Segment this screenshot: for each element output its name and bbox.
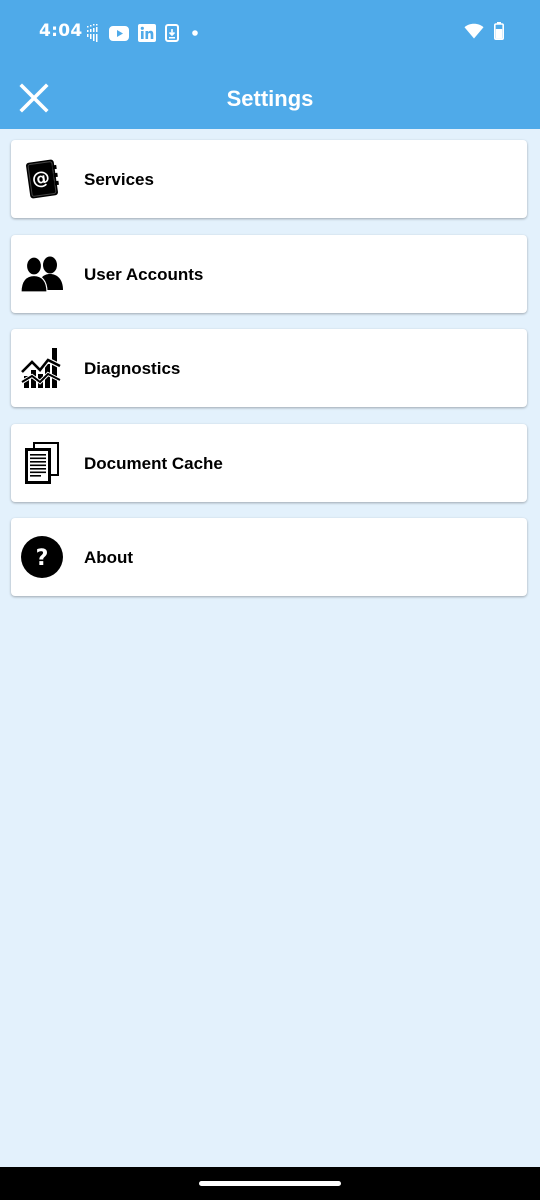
settings-item-services[interactable]: @ Services bbox=[11, 140, 527, 218]
battery-icon bbox=[494, 21, 504, 45]
linkedin-icon bbox=[138, 24, 156, 42]
page-title: Settings bbox=[226, 86, 314, 111]
users-icon bbox=[20, 252, 64, 296]
settings-item-label: Services bbox=[84, 170, 154, 189]
close-icon bbox=[19, 83, 49, 113]
svg-text:?: ? bbox=[36, 546, 49, 571]
settings-item-diagnostics[interactable]: Diagnostics bbox=[11, 329, 527, 407]
settings-item-about[interactable]: ? About bbox=[11, 518, 527, 596]
home-gesture-handle[interactable] bbox=[199, 1181, 341, 1186]
svg-text:@: @ bbox=[31, 167, 52, 190]
settings-item-document-cache[interactable]: Document Cache bbox=[11, 423, 527, 502]
status-system-icons bbox=[464, 21, 504, 45]
status-time: 4:04 bbox=[39, 21, 83, 41]
help-icon: ? bbox=[20, 535, 64, 579]
settings-item-user-accounts[interactable]: User Accounts bbox=[11, 234, 527, 313]
documents-icon bbox=[20, 441, 64, 485]
settings-item-label: User Accounts bbox=[84, 264, 204, 284]
navigation-bar bbox=[0, 1167, 540, 1200]
status-bar: 4:04 bbox=[0, 0, 540, 66]
close-button[interactable] bbox=[14, 78, 54, 118]
sim-signal-icon bbox=[86, 24, 100, 42]
chart-icon bbox=[20, 346, 64, 390]
settings-item-label: About bbox=[84, 548, 134, 567]
settings-list: @ Services User Accounts Diagnostics Doc… bbox=[11, 140, 527, 613]
app-bar: Settings bbox=[0, 66, 540, 129]
address-book-icon: @ bbox=[20, 157, 64, 201]
status-notification-icons bbox=[86, 22, 202, 44]
notification-dot-icon bbox=[188, 28, 202, 38]
settings-item-label: Document Cache bbox=[84, 453, 223, 473]
youtube-icon bbox=[109, 25, 129, 41]
download-icon bbox=[165, 24, 179, 42]
wifi-icon bbox=[464, 23, 484, 44]
settings-item-label: Diagnostics bbox=[84, 359, 181, 378]
